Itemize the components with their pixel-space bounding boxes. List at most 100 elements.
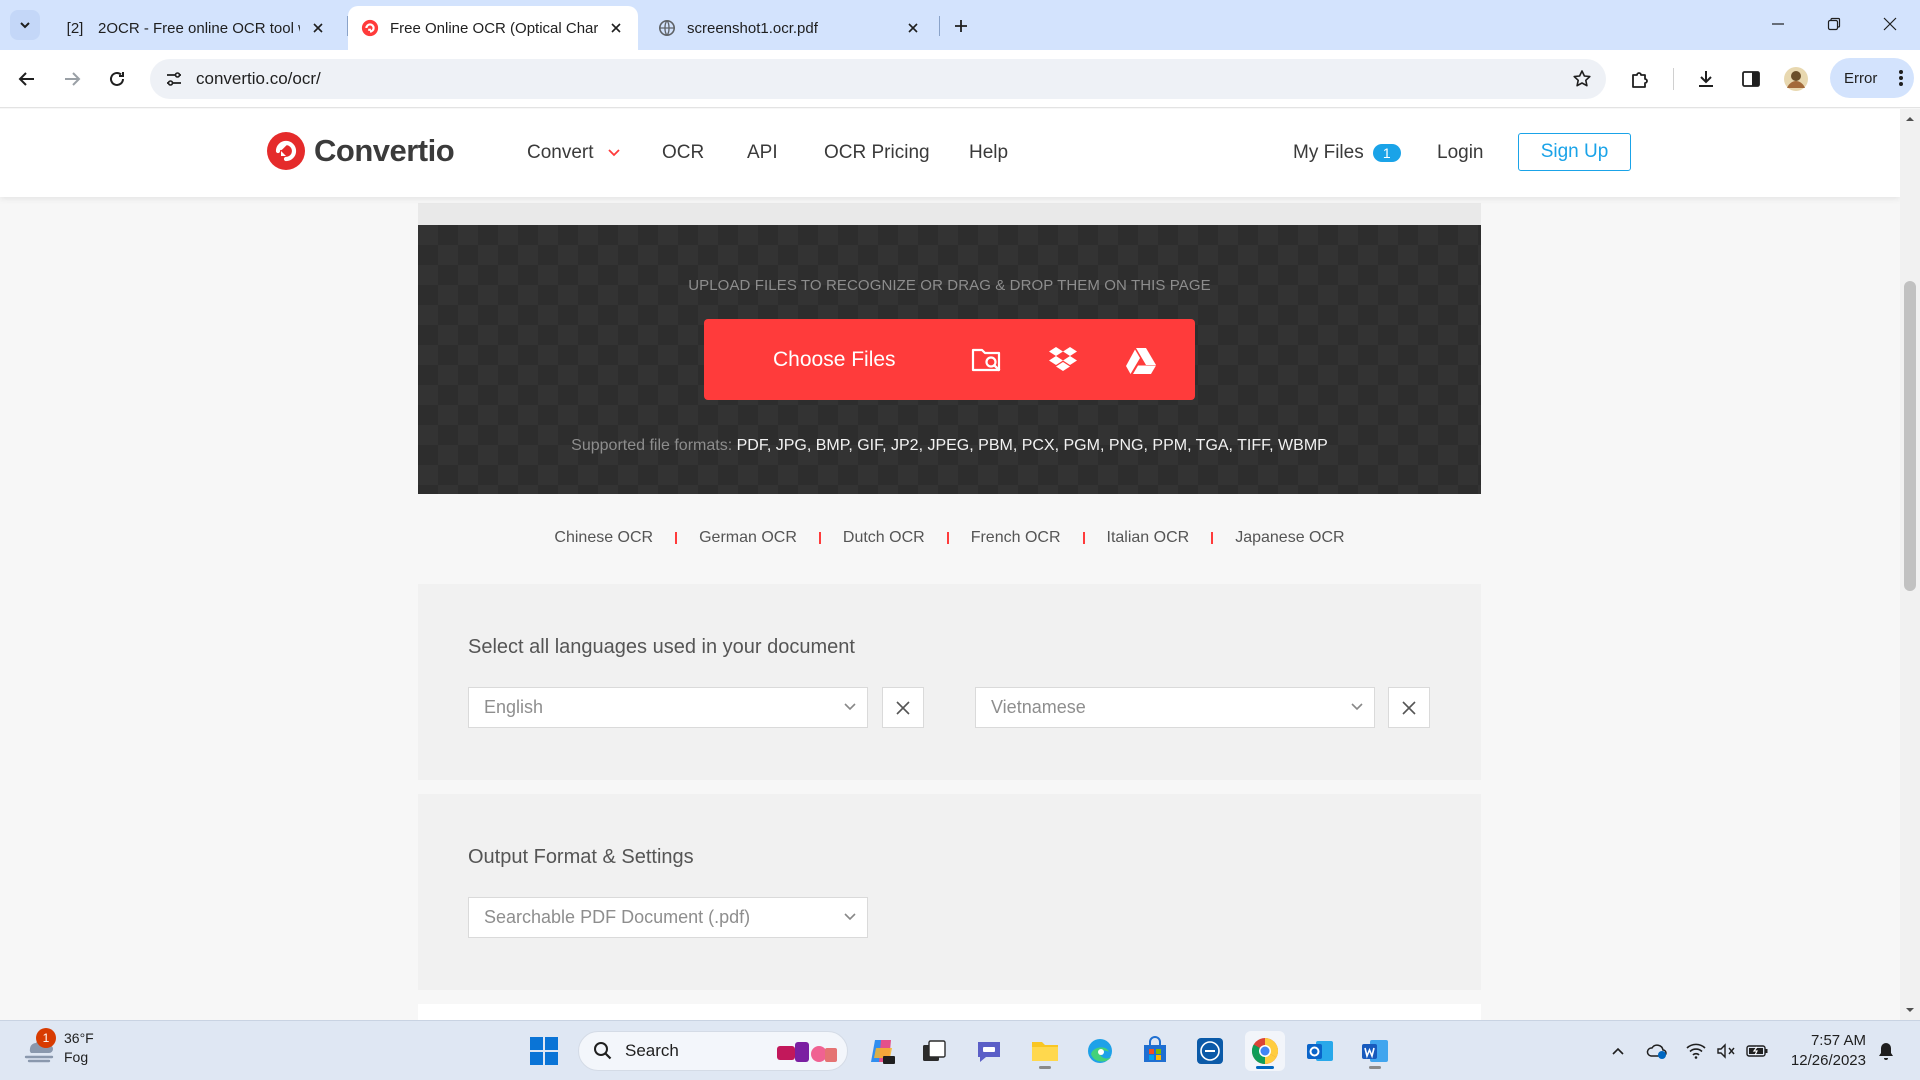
close-icon xyxy=(1883,17,1897,31)
nav-convert[interactable]: Convert xyxy=(527,142,621,164)
file-explorer-app[interactable] xyxy=(1025,1031,1065,1071)
restore-icon xyxy=(1827,17,1841,31)
start-button[interactable] xyxy=(524,1031,564,1071)
show-hidden-icons-button[interactable] xyxy=(1606,1039,1630,1063)
wifi-tray[interactable] xyxy=(1684,1039,1708,1063)
edge-app[interactable] xyxy=(1080,1031,1120,1071)
close-icon[interactable] xyxy=(308,18,328,38)
browser-tab[interactable]: screenshot1.ocr.pdf xyxy=(645,6,935,50)
convertio-logo[interactable]: Convertio xyxy=(266,131,454,171)
clock-time: 7:57 AM xyxy=(1786,1031,1866,1051)
scrollbar-thumb[interactable] xyxy=(1904,281,1916,591)
bookmark-star-icon[interactable] xyxy=(1570,67,1594,91)
taskbar-clock[interactable]: 7:57 AM 12/26/2023 xyxy=(1786,1031,1866,1071)
downloads-button[interactable] xyxy=(1688,61,1724,97)
nav-help[interactable]: Help xyxy=(969,142,1008,164)
bell-icon xyxy=(1877,1041,1895,1061)
word-app[interactable] xyxy=(1355,1031,1395,1071)
scroll-up-icon[interactable] xyxy=(1905,114,1915,124)
task-view-app[interactable] xyxy=(914,1031,954,1071)
close-icon[interactable] xyxy=(903,18,923,38)
nav-api[interactable]: API xyxy=(747,142,778,164)
language-select-1[interactable]: English xyxy=(468,687,868,728)
back-button[interactable] xyxy=(9,61,45,97)
forward-button[interactable] xyxy=(54,61,90,97)
language-select-2[interactable]: Vietnamese xyxy=(975,687,1375,728)
volume-mute-icon xyxy=(1716,1043,1736,1059)
url-text[interactable]: convertio.co/ocr/ xyxy=(196,69,321,89)
page-viewport: Convertio Convert OCR API OCR Pricing He… xyxy=(0,109,1900,1020)
nav-ocr[interactable]: OCR xyxy=(662,142,704,164)
choose-files-button[interactable]: Choose Files xyxy=(704,319,1195,400)
browser-tab-active[interactable]: Free Online OCR (Optical Chara xyxy=(348,6,638,50)
profile-avatar[interactable] xyxy=(1778,61,1814,97)
link-chinese-ocr[interactable]: Chinese OCR xyxy=(554,529,653,547)
notifications-button[interactable] xyxy=(1874,1039,1898,1063)
upload-dropzone[interactable]: UPLOAD FILES TO RECOGNIZE OR DRAG & DROP… xyxy=(418,225,1481,494)
chevron-down-icon xyxy=(1350,702,1364,712)
reload-icon xyxy=(107,69,127,89)
new-tab-button[interactable] xyxy=(947,12,975,40)
microsoft-store-app[interactable] xyxy=(1135,1031,1175,1071)
side-panel-button[interactable] xyxy=(1733,61,1769,97)
page-scrollbar[interactable] xyxy=(1900,109,1920,1020)
globe-icon xyxy=(657,18,677,38)
link-italian-ocr[interactable]: Italian OCR xyxy=(1107,529,1190,547)
next-panel-edge xyxy=(418,1004,1481,1020)
teams-chat-app[interactable] xyxy=(969,1031,1009,1071)
browser-tab[interactable]: [2] 2OCR - Free online OCR tool w xyxy=(50,6,340,50)
dell-app[interactable] xyxy=(1190,1031,1230,1071)
close-window-button[interactable] xyxy=(1862,0,1918,48)
toolbar-divider xyxy=(1673,68,1674,90)
close-icon xyxy=(1401,700,1417,716)
output-heading: Output Format & Settings xyxy=(468,846,694,869)
onedrive-tray[interactable] xyxy=(1645,1039,1669,1063)
chevron-up-icon xyxy=(1611,1046,1625,1056)
restore-button[interactable] xyxy=(1806,0,1862,48)
link-german-ocr[interactable]: German OCR xyxy=(699,529,797,547)
search-highlight-icon xyxy=(775,1038,839,1066)
close-icon[interactable] xyxy=(606,18,626,38)
folder-search-icon[interactable] xyxy=(970,343,1004,377)
link-french-ocr[interactable]: French OCR xyxy=(971,529,1061,547)
google-drive-icon[interactable] xyxy=(1124,343,1158,377)
language-ocr-links: Chinese OCR German OCR Dutch OCR French … xyxy=(418,529,1481,547)
copilot-app[interactable] xyxy=(862,1031,902,1071)
tab-divider xyxy=(939,16,940,36)
site-settings-icon[interactable] xyxy=(162,67,186,91)
arrow-right-icon xyxy=(62,69,82,89)
login-link[interactable]: Login xyxy=(1437,142,1484,164)
weather-widget[interactable]: 1 36°F Fog xyxy=(22,1029,94,1067)
link-separator xyxy=(675,532,677,544)
tab-search-button[interactable] xyxy=(10,10,40,40)
my-files-label: My Files xyxy=(1293,142,1364,164)
output-format-select[interactable]: Searchable PDF Document (.pdf) xyxy=(468,897,868,938)
store-icon xyxy=(1140,1036,1170,1066)
link-dutch-ocr[interactable]: Dutch OCR xyxy=(843,529,925,547)
chrome-icon xyxy=(1250,1036,1280,1066)
clock-date: 12/26/2023 xyxy=(1786,1051,1866,1071)
edge-icon xyxy=(1085,1036,1115,1066)
extensions-button[interactable] xyxy=(1622,61,1658,97)
reload-button[interactable] xyxy=(99,61,135,97)
convertio-logo-icon xyxy=(266,131,306,171)
volume-tray[interactable] xyxy=(1714,1039,1738,1063)
remove-language-button[interactable] xyxy=(882,687,924,728)
chrome-app[interactable] xyxy=(1245,1031,1285,1071)
nav-ocr-pricing[interactable]: OCR Pricing xyxy=(824,142,930,164)
language-settings-panel: Select all languages used in your docume… xyxy=(418,584,1481,780)
remove-language-button[interactable] xyxy=(1388,687,1430,728)
my-files-link[interactable]: My Files 1 xyxy=(1293,142,1401,164)
minimize-icon xyxy=(1771,17,1785,31)
outlook-app[interactable] xyxy=(1300,1031,1340,1071)
link-japanese-ocr[interactable]: Japanese OCR xyxy=(1235,529,1344,547)
minimize-button[interactable] xyxy=(1750,0,1806,48)
dropbox-icon[interactable] xyxy=(1046,343,1080,377)
battery-tray[interactable] xyxy=(1745,1039,1769,1063)
address-bar[interactable]: convertio.co/ocr/ xyxy=(150,59,1606,99)
sign-up-button[interactable]: Sign Up xyxy=(1518,133,1631,171)
side-panel-icon xyxy=(1741,69,1761,89)
scroll-down-icon[interactable] xyxy=(1905,1005,1915,1015)
profile-error-button[interactable]: Error xyxy=(1830,58,1914,98)
taskbar-search-box[interactable]: Search xyxy=(578,1031,848,1071)
